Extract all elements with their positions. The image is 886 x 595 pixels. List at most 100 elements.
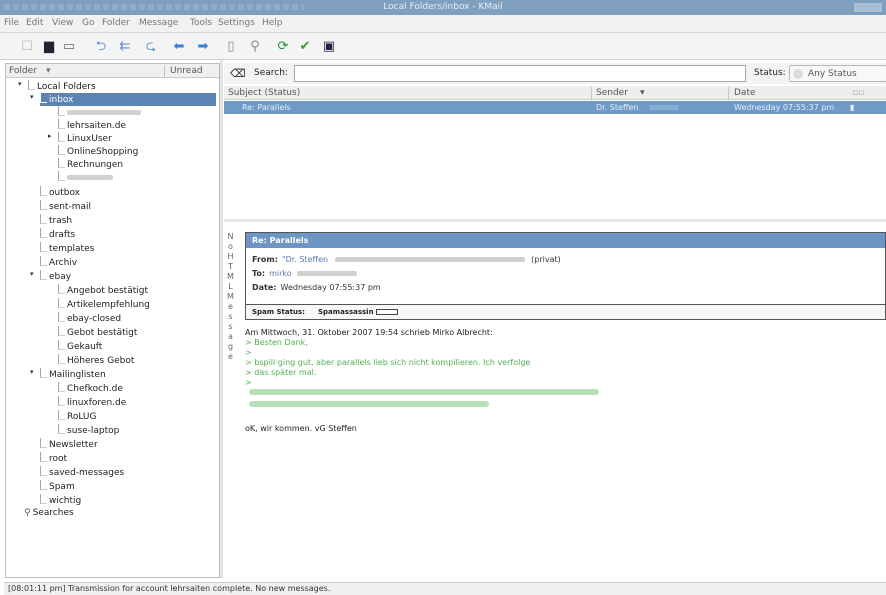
folder-linuxforen[interactable]: linuxforen.de xyxy=(58,396,126,409)
folder-gekauft[interactable]: Gekauft xyxy=(58,340,102,353)
folder-blurred-1[interactable] xyxy=(58,106,141,119)
folder-icon xyxy=(40,494,47,504)
body-quote-blurred xyxy=(245,400,875,412)
folder-hoeheres-gebot[interactable]: Höheres Gebot xyxy=(58,354,134,367)
folder-label: Artikelempfehlung xyxy=(67,300,150,310)
folder-mailinglisten[interactable]: ▾ Mailinglisten xyxy=(30,368,106,381)
folder-label: suse-laptop xyxy=(67,426,120,436)
folder-sent-mail[interactable]: sent-mail xyxy=(40,200,91,213)
folder-inbox[interactable]: ▾ inbox xyxy=(30,93,216,106)
folder-gebot-bestaetigt[interactable]: Gebot bestätigt xyxy=(58,326,137,339)
message-row[interactable]: Re: Parallels Dr. Steffen Wednesday 07:5… xyxy=(224,101,886,114)
clipboard-icon[interactable]: ▯ xyxy=(222,37,240,55)
new-mail-icon[interactable]: ☐ xyxy=(18,37,36,55)
next-icon[interactable]: ➡ xyxy=(194,37,212,55)
size-column-icon[interactable]: ▫▫ xyxy=(852,88,864,98)
folder-saved-messages[interactable]: saved-messages xyxy=(40,466,124,479)
folder-artikelempfehlung[interactable]: Artikelempfehlung xyxy=(58,298,150,311)
pane-splitter-vertical[interactable] xyxy=(220,60,223,578)
window-buttons[interactable] xyxy=(854,3,882,12)
folder-icon xyxy=(58,354,65,364)
expander-icon[interactable]: ▾ xyxy=(30,368,34,376)
expander-icon[interactable]: ▾ xyxy=(18,80,22,88)
menu-help[interactable]: Help xyxy=(262,18,283,28)
folder-label: inbox xyxy=(49,95,74,105)
menu-edit[interactable]: Edit xyxy=(26,18,43,28)
subject-column-header[interactable]: Subject (Status) xyxy=(228,88,300,98)
folder-chefkoch[interactable]: Chefkoch.de xyxy=(58,382,123,395)
folder-suse-laptop[interactable]: suse-laptop xyxy=(58,424,119,437)
folder-newsletter[interactable]: Newsletter xyxy=(40,438,98,451)
folder-icon xyxy=(40,466,47,476)
strip-letter: e xyxy=(228,352,233,361)
search-input[interactable] xyxy=(294,65,746,82)
folder-linuxuser[interactable]: ▸ LinuxUser xyxy=(48,132,112,145)
folder-column-header[interactable]: Folder xyxy=(9,66,37,76)
date-column-header[interactable]: Date xyxy=(734,88,756,98)
message-date: Wednesday 07:55:37 pm xyxy=(734,103,835,112)
menu-view[interactable]: View xyxy=(52,18,73,28)
folder-angebot-bestaetigt[interactable]: Angebot bestätigt xyxy=(58,284,148,297)
reply-icon[interactable]: ⮌ xyxy=(92,37,110,55)
folder-label: Archiv xyxy=(49,258,78,268)
folder-onlineshopping[interactable]: OnlineShopping xyxy=(58,145,138,158)
folder-label: Newsletter xyxy=(49,440,98,450)
folder-rolug[interactable]: RoLUG xyxy=(58,410,96,423)
to-value[interactable]: mirko xyxy=(269,269,292,278)
folder-label: ebay-closed xyxy=(67,314,122,324)
print-icon[interactable]: ▭ xyxy=(60,37,78,55)
folder-lehrsaiten[interactable]: lehrsaiten.de xyxy=(58,119,126,132)
folder-label: root xyxy=(49,454,68,464)
menu-message[interactable]: Message xyxy=(139,18,178,28)
save-icon[interactable]: ▆ xyxy=(40,37,58,55)
forward-icon[interactable]: ⮎ xyxy=(142,37,160,55)
folder-rechnungen[interactable]: Rechnungen xyxy=(58,158,123,171)
folder-blurred-2[interactable] xyxy=(58,171,113,184)
spam-icon[interactable]: ✔ xyxy=(296,37,314,55)
folder-label: Searches xyxy=(32,508,74,518)
folder-outbox[interactable]: outbox xyxy=(40,186,80,199)
column-divider xyxy=(164,65,165,77)
folder-spam[interactable]: Spam xyxy=(40,480,75,493)
from-value[interactable]: "Dr. Steffen xyxy=(282,255,328,264)
folder-icon xyxy=(58,382,65,392)
strip-letter: a xyxy=(228,332,233,341)
expander-icon[interactable]: ▸ xyxy=(48,132,52,140)
menu-tools[interactable]: Tools xyxy=(190,18,212,28)
unread-column-header[interactable]: Unread xyxy=(170,66,203,76)
status-filter-select[interactable]: Any Status xyxy=(789,65,886,82)
folder-trash[interactable]: trash xyxy=(40,214,72,227)
folder-label: OnlineShopping xyxy=(67,147,139,157)
folder-icon xyxy=(58,312,65,322)
check-mail-icon[interactable]: ⟳ xyxy=(274,37,292,55)
addressbook-icon[interactable]: ▣ xyxy=(320,37,338,55)
spam-status-row: Spam Status: Spamassassin xyxy=(246,304,885,319)
find-icon[interactable]: ⚲ xyxy=(246,37,264,55)
folder-root[interactable]: root xyxy=(40,452,67,465)
html-message-strip[interactable]: N o H T M L M e s s a g e xyxy=(224,232,237,578)
expander-icon[interactable]: ▾ xyxy=(30,270,34,278)
previous-icon[interactable]: ⬅ xyxy=(170,37,188,55)
menu-folder[interactable]: Folder xyxy=(102,18,130,28)
folder-searches[interactable]: ⚲ Searches xyxy=(24,508,74,521)
sender-column-header[interactable]: Sender xyxy=(596,88,628,98)
strip-letter: s xyxy=(228,312,233,321)
folder-archiv[interactable]: Archiv xyxy=(40,256,77,269)
menu-file[interactable]: File xyxy=(4,18,19,28)
menu-go[interactable]: Go xyxy=(82,18,94,28)
reply-all-icon[interactable]: ⇇ xyxy=(116,37,134,55)
clear-search-icon[interactable]: ⌫ xyxy=(230,67,246,80)
folder-ebay[interactable]: ▾ ebay xyxy=(30,270,71,283)
menu-settings[interactable]: Settings xyxy=(218,18,255,28)
folder-wichtig[interactable]: wichtig xyxy=(40,494,81,507)
message-subject: Re: Parallels xyxy=(242,103,291,112)
redacted-to xyxy=(297,271,358,276)
expander-icon[interactable]: ▾ xyxy=(30,93,34,101)
folder-local-folders[interactable]: ▾ Local Folders xyxy=(18,80,96,93)
folder-icon xyxy=(58,132,65,142)
folder-templates[interactable]: templates xyxy=(40,242,94,255)
folder-drafts[interactable]: drafts xyxy=(40,228,75,241)
folder-label: Gebot bestätigt xyxy=(67,328,138,338)
folder-label: drafts xyxy=(49,230,76,240)
folder-ebay-closed[interactable]: ebay-closed xyxy=(58,312,121,325)
